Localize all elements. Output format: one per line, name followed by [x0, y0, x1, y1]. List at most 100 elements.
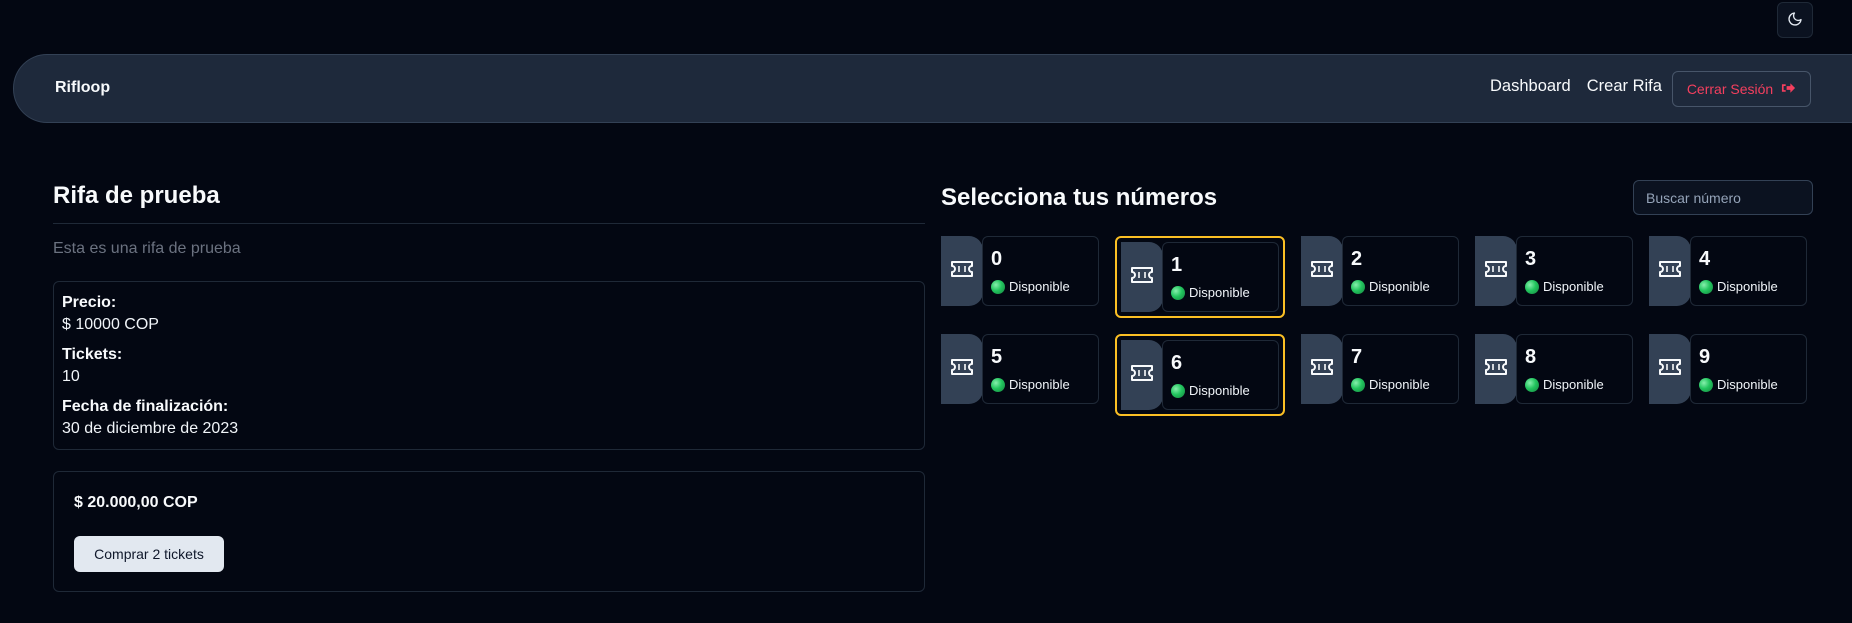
- ticket-1[interactable]: 1 Disponible: [1115, 236, 1285, 318]
- ticket-icon: [1130, 364, 1154, 387]
- logout-icon: [1781, 81, 1796, 98]
- ticket-body: 5 Disponible: [982, 334, 1099, 404]
- ticket-icon: [1310, 260, 1334, 283]
- ticket-status: Disponible: [1171, 383, 1250, 398]
- raffle-info-card: Precio: $ 10000 COP Tickets: 10 Fecha de…: [53, 281, 925, 450]
- ticket-body: 0 Disponible: [982, 236, 1099, 306]
- ticket-icon-stub: [1475, 334, 1517, 404]
- ticket-status: Disponible: [991, 279, 1070, 294]
- ticket-status-label: Disponible: [1543, 377, 1604, 392]
- ticket-icon-stub: [1301, 236, 1343, 306]
- navbar: Rifloop Dashboard Crear Rifa Cerrar Sesi…: [13, 54, 1852, 123]
- ticket-icon-stub: [1649, 334, 1691, 404]
- available-status-icon: [1525, 377, 1539, 392]
- ticket-status-label: Disponible: [1189, 285, 1250, 300]
- ticket-0[interactable]: 0 Disponible: [941, 236, 1099, 306]
- ticket-icon: [1130, 266, 1154, 289]
- divider: [53, 223, 925, 224]
- ticket-icon: [1658, 358, 1682, 381]
- ticket-status: Disponible: [1351, 377, 1430, 392]
- ticket-7[interactable]: 7 Disponible: [1301, 334, 1459, 404]
- ticket-icon: [1484, 260, 1508, 283]
- ticket-icon-stub: [1475, 236, 1517, 306]
- ticket-number: 8: [1525, 346, 1537, 368]
- nav-links: Dashboard Crear Rifa: [1490, 77, 1662, 96]
- ticket-6[interactable]: 6 Disponible: [1115, 334, 1285, 416]
- logout-label: Cerrar Sesión: [1686, 81, 1774, 97]
- available-status-icon: [991, 377, 1005, 392]
- available-status-icon: [991, 279, 1005, 294]
- nav-link-dashboard[interactable]: Dashboard: [1490, 77, 1571, 96]
- ticket-body: 6 Disponible: [1162, 340, 1279, 410]
- search-number-input[interactable]: [1633, 180, 1813, 215]
- ticket-status-label: Disponible: [1009, 279, 1070, 294]
- ticket-number: 0: [991, 248, 1003, 270]
- ticket-number: 7: [1351, 346, 1363, 368]
- theme-toggle-button[interactable]: [1777, 2, 1813, 38]
- raffle-description: Esta es una rifa de prueba: [53, 240, 241, 257]
- ticket-number: 9: [1699, 346, 1711, 368]
- available-status-icon: [1525, 279, 1539, 294]
- ticket-status: Disponible: [1525, 279, 1604, 294]
- ticket-status: Disponible: [1699, 377, 1778, 392]
- end-date-label: Fecha de finalización:: [62, 398, 229, 415]
- ticket-icon: [950, 260, 974, 283]
- ticket-4[interactable]: 4 Disponible: [1649, 236, 1807, 306]
- price-value: $ 10000 COP: [62, 316, 159, 333]
- ticket-body: 2 Disponible: [1342, 236, 1459, 306]
- available-status-icon: [1171, 285, 1185, 300]
- ticket-icon-stub: [1121, 242, 1163, 312]
- ticket-status-label: Disponible: [1369, 377, 1430, 392]
- ticket-3[interactable]: 3 Disponible: [1475, 236, 1633, 306]
- ticket-icon: [1310, 358, 1334, 381]
- available-status-icon: [1171, 383, 1185, 398]
- ticket-icon-stub: [1121, 340, 1163, 410]
- logout-button[interactable]: Cerrar Sesión: [1672, 71, 1811, 107]
- tickets-value: 10: [62, 368, 80, 385]
- ticket-2[interactable]: 2 Disponible: [1301, 236, 1459, 306]
- ticket-5[interactable]: 5 Disponible: [941, 334, 1099, 404]
- ticket-icon-stub: [941, 236, 983, 306]
- ticket-number: 4: [1699, 248, 1711, 270]
- numbers-section-title: Selecciona tus números: [941, 184, 1218, 211]
- ticket-status: Disponible: [1699, 279, 1778, 294]
- ticket-number: 3: [1525, 248, 1537, 270]
- available-status-icon: [1699, 377, 1713, 392]
- ticket-icon-stub: [1649, 236, 1691, 306]
- ticket-status-label: Disponible: [1369, 279, 1430, 294]
- ticket-body: 8 Disponible: [1516, 334, 1633, 404]
- ticket-9[interactable]: 9 Disponible: [1649, 334, 1807, 404]
- ticket-status: Disponible: [1525, 377, 1604, 392]
- available-status-icon: [1351, 377, 1365, 392]
- price-label: Precio:: [62, 294, 117, 311]
- ticket-8[interactable]: 8 Disponible: [1475, 334, 1633, 404]
- available-status-icon: [1351, 279, 1365, 294]
- ticket-status-label: Disponible: [1543, 279, 1604, 294]
- ticket-icon: [950, 358, 974, 381]
- ticket-body: 9 Disponible: [1690, 334, 1807, 404]
- raffle-title: Rifa de prueba: [53, 182, 220, 209]
- ticket-number: 1: [1171, 254, 1183, 276]
- ticket-body: 4 Disponible: [1690, 236, 1807, 306]
- ticket-number: 2: [1351, 248, 1363, 270]
- ticket-icon: [1484, 358, 1508, 381]
- purchase-total: $ 20.000,00 COP: [74, 494, 198, 511]
- ticket-icon-stub: [941, 334, 983, 404]
- end-date-value: 30 de diciembre de 2023: [62, 420, 239, 437]
- brand-logo[interactable]: Rifloop: [55, 79, 110, 97]
- buy-tickets-button[interactable]: Comprar 2 tickets: [74, 536, 224, 572]
- ticket-number: 6: [1171, 352, 1183, 374]
- ticket-status: Disponible: [1351, 279, 1430, 294]
- ticket-body: 7 Disponible: [1342, 334, 1459, 404]
- purchase-card: $ 20.000,00 COP Comprar 2 tickets: [53, 471, 925, 592]
- ticket-icon: [1658, 260, 1682, 283]
- ticket-body: 3 Disponible: [1516, 236, 1633, 306]
- ticket-status: Disponible: [991, 377, 1070, 392]
- ticket-status-label: Disponible: [1717, 377, 1778, 392]
- ticket-icon-stub: [1301, 334, 1343, 404]
- nav-link-crear-rifa[interactable]: Crear Rifa: [1587, 77, 1662, 96]
- ticket-body: 1 Disponible: [1162, 242, 1279, 312]
- ticket-status: Disponible: [1171, 285, 1250, 300]
- available-status-icon: [1699, 279, 1713, 294]
- ticket-status-label: Disponible: [1717, 279, 1778, 294]
